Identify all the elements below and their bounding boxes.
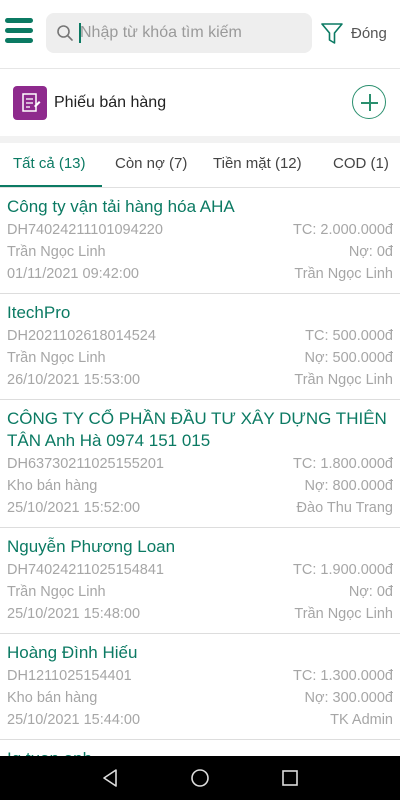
order-debt: Nợ: 0đ <box>348 584 393 600</box>
section-title: Phiếu bán hàng <box>54 94 167 111</box>
top-bar: Nhập từ khóa tìm kiếm Đóng <box>0 0 400 68</box>
home-icon[interactable] <box>190 768 210 788</box>
order-datetime: 25/10/2021 15:48:00 <box>7 606 141 622</box>
list-item[interactable]: Nguyễn Phương Loan DH74024211025154841 TC… <box>0 528 400 634</box>
order-debt: Nợ: 800.000đ <box>304 478 393 494</box>
add-invoice-button[interactable] <box>352 85 386 119</box>
search-input[interactable]: Nhập từ khóa tìm kiếm <box>46 13 312 53</box>
search-placeholder: Nhập từ khóa tìm kiếm <box>80 24 242 41</box>
section-header: Phiếu bán hàng <box>0 68 400 136</box>
order-list[interactable]: Công ty vận tải hàng hóa AHA DH740242111… <box>0 188 400 756</box>
order-creator: TK Admin <box>330 712 393 728</box>
order-total: TC: 1.800.000đ <box>293 456 393 472</box>
order-seller: Trần Ngọc Linh <box>7 584 106 600</box>
customer-name: Công ty vận tải hàng hóa AHA <box>7 197 235 216</box>
tab-all[interactable]: Tất cả (13) <box>13 155 86 172</box>
order-datetime: 25/10/2021 15:52:00 <box>7 500 141 516</box>
order-code: DH2021102618014524 <box>7 328 156 344</box>
filter-icon[interactable] <box>321 22 343 46</box>
active-tab-indicator <box>0 185 102 187</box>
customer-name: Nguyễn Phương Loan <box>7 537 176 556</box>
list-item[interactable]: Hoàng Đình Hiếu DH1211025154401 TC: 1.300… <box>0 634 400 740</box>
tab-cash[interactable]: Tiền mặt (12) <box>213 155 302 172</box>
order-creator: Trần Ngọc Linh <box>294 606 393 622</box>
document-icon <box>13 86 47 120</box>
order-datetime: 25/10/2021 15:44:00 <box>7 712 141 728</box>
customer-name: Ig tuan anh <box>7 748 393 756</box>
order-debt: Nợ: 500.000đ <box>304 350 393 366</box>
order-datetime: 26/10/2021 15:53:00 <box>7 372 141 388</box>
list-item[interactable]: CÔNG TY CỔ PHẦN ĐẦU TƯ XÂY DỰNG THIÊN TÂ… <box>0 400 400 528</box>
order-debt: Nợ: 0đ <box>348 244 393 260</box>
customer-name: Hoàng Đình Hiếu <box>7 643 138 662</box>
list-item[interactable]: Ig tuan anh <box>0 740 400 756</box>
close-button[interactable]: Đóng <box>351 25 387 42</box>
back-icon[interactable] <box>100 768 120 788</box>
tab-in-debt[interactable]: Còn nợ (7) <box>115 155 187 172</box>
recent-apps-icon[interactable] <box>280 768 300 788</box>
order-creator: Đào Thu Trang <box>296 500 393 516</box>
order-seller: Kho bán hàng <box>7 690 98 706</box>
order-seller: Kho bán hàng <box>7 478 98 494</box>
search-icon <box>57 25 73 41</box>
order-code: DH74024211101094220 <box>7 222 163 238</box>
tab-bar: Tất cả (13) Còn nợ (7) Tiền mặt (12) COD… <box>0 136 400 188</box>
order-debt: Nợ: 300.000đ <box>304 690 393 706</box>
system-nav-bar <box>0 756 400 800</box>
order-seller: Trần Ngọc Linh <box>7 244 106 260</box>
customer-name: CÔNG TY CỔ PHẦN ĐẦU TƯ XÂY DỰNG THIÊN TÂ… <box>7 409 387 450</box>
order-code: DH63730211025155201 <box>7 456 164 472</box>
order-code: DH1211025154401 <box>7 668 132 684</box>
order-datetime: 01/11/2021 09:42:00 <box>7 266 139 282</box>
tab-cod[interactable]: COD (1) <box>333 155 389 172</box>
list-item[interactable]: Công ty vận tải hàng hóa AHA DH740242111… <box>0 188 400 294</box>
list-item[interactable]: ItechPro DH2021102618014524 TC: 500.000đ … <box>0 294 400 400</box>
hamburger-menu-icon[interactable] <box>5 18 35 48</box>
order-creator: Trần Ngọc Linh <box>294 266 393 282</box>
order-total: TC: 2.000.000đ <box>293 222 393 238</box>
order-total: TC: 500.000đ <box>305 328 393 344</box>
order-seller: Trần Ngọc Linh <box>7 350 106 366</box>
customer-name: ItechPro <box>7 303 71 322</box>
order-creator: Trần Ngọc Linh <box>294 372 393 388</box>
order-total: TC: 1.300.000đ <box>293 668 393 684</box>
order-total: TC: 1.900.000đ <box>293 562 393 578</box>
order-code: DH74024211025154841 <box>7 562 164 578</box>
